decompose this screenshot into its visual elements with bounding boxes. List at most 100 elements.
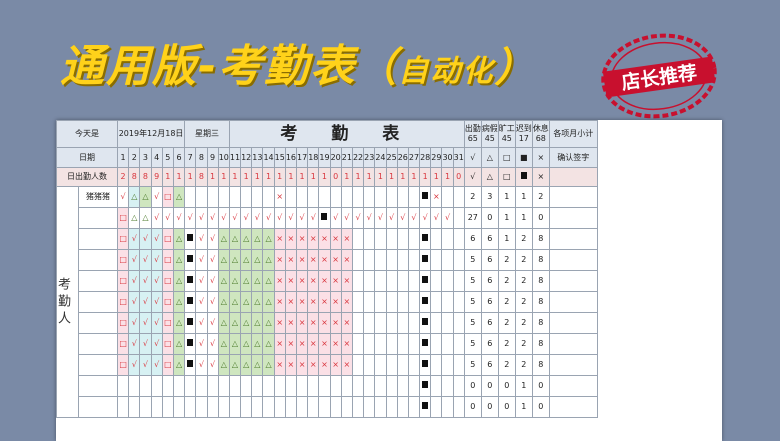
attendance-cell[interactable]: [363, 333, 376, 355]
attendance-cell[interactable]: [385, 228, 398, 250]
attendance-cell[interactable]: □: [161, 228, 174, 250]
attendance-cell[interactable]: [251, 396, 264, 418]
attendance-cell[interactable]: [329, 375, 342, 397]
attendance-cell[interactable]: [363, 186, 376, 208]
attendance-cell[interactable]: [419, 270, 432, 292]
attendance-cell[interactable]: √: [195, 291, 208, 313]
attendance-cell[interactable]: [273, 375, 286, 397]
attendance-cell[interactable]: [419, 291, 432, 313]
attendance-cell[interactable]: √: [139, 312, 152, 334]
attendance-cell[interactable]: △: [228, 333, 242, 355]
attendance-cell[interactable]: ×: [284, 291, 298, 313]
attendance-cell[interactable]: √: [139, 354, 152, 376]
attendance-cell[interactable]: ×: [284, 333, 298, 355]
signature-cell[interactable]: [548, 354, 598, 376]
employee-name[interactable]: [78, 270, 118, 292]
attendance-cell[interactable]: ×: [273, 186, 286, 208]
attendance-cell[interactable]: √: [228, 207, 242, 229]
attendance-cell[interactable]: √: [251, 207, 264, 229]
attendance-cell[interactable]: [419, 354, 432, 376]
attendance-cell[interactable]: ×: [318, 354, 331, 376]
attendance-cell[interactable]: [407, 396, 421, 418]
attendance-cell[interactable]: ×: [340, 270, 353, 292]
attendance-cell[interactable]: [128, 375, 141, 397]
attendance-cell[interactable]: √: [195, 228, 208, 250]
attendance-cell[interactable]: [240, 375, 253, 397]
attendance-cell[interactable]: √: [150, 186, 163, 208]
attendance-cell[interactable]: [407, 333, 421, 355]
attendance-cell[interactable]: [430, 291, 443, 313]
attendance-cell[interactable]: [262, 186, 275, 208]
attendance-cell[interactable]: [419, 228, 432, 250]
attendance-cell[interactable]: △: [262, 270, 275, 292]
attendance-cell[interactable]: √: [195, 333, 208, 355]
attendance-cell[interactable]: [295, 396, 309, 418]
attendance-cell[interactable]: [307, 375, 320, 397]
attendance-cell[interactable]: [184, 249, 197, 271]
attendance-cell[interactable]: √: [206, 207, 219, 229]
attendance-cell[interactable]: ×: [329, 354, 342, 376]
attendance-cell[interactable]: √: [206, 291, 219, 313]
attendance-cell[interactable]: △: [228, 249, 242, 271]
employee-name[interactable]: [78, 354, 118, 376]
attendance-cell[interactable]: [452, 375, 465, 397]
attendance-cell[interactable]: √: [150, 249, 163, 271]
attendance-cell[interactable]: □: [161, 312, 174, 334]
attendance-cell[interactable]: [407, 375, 421, 397]
attendance-cell[interactable]: △: [228, 228, 242, 250]
attendance-cell[interactable]: [385, 291, 398, 313]
attendance-cell[interactable]: □: [116, 228, 130, 250]
attendance-cell[interactable]: [396, 186, 409, 208]
attendance-cell[interactable]: [351, 291, 365, 313]
attendance-cell[interactable]: △: [240, 333, 253, 355]
attendance-cell[interactable]: [206, 186, 219, 208]
signature-cell[interactable]: [548, 207, 598, 229]
attendance-cell[interactable]: ×: [307, 249, 320, 271]
attendance-cell[interactable]: △: [240, 228, 253, 250]
attendance-cell[interactable]: △: [172, 312, 186, 334]
attendance-cell[interactable]: △: [217, 228, 230, 250]
attendance-cell[interactable]: ×: [284, 312, 298, 334]
attendance-cell[interactable]: √: [195, 354, 208, 376]
attendance-cell[interactable]: [396, 375, 409, 397]
attendance-cell[interactable]: △: [172, 354, 186, 376]
attendance-cell[interactable]: [351, 312, 365, 334]
attendance-cell[interactable]: [184, 228, 197, 250]
attendance-cell[interactable]: [116, 396, 130, 418]
signature-cell[interactable]: [548, 186, 598, 208]
attendance-cell[interactable]: √: [295, 207, 309, 229]
attendance-cell[interactable]: △: [251, 291, 264, 313]
attendance-cell[interactable]: [262, 375, 275, 397]
attendance-cell[interactable]: [329, 186, 342, 208]
attendance-cell[interactable]: △: [262, 333, 275, 355]
attendance-cell[interactable]: △: [262, 312, 275, 334]
attendance-cell[interactable]: [351, 375, 365, 397]
attendance-cell[interactable]: ×: [329, 291, 342, 313]
attendance-cell[interactable]: [452, 249, 465, 271]
attendance-cell[interactable]: [307, 396, 320, 418]
attendance-cell[interactable]: ×: [329, 312, 342, 334]
attendance-cell[interactable]: [385, 312, 398, 334]
signature-cell[interactable]: [548, 291, 598, 313]
attendance-cell[interactable]: □: [116, 312, 130, 334]
attendance-cell[interactable]: [161, 396, 174, 418]
attendance-cell[interactable]: □: [116, 207, 130, 229]
attendance-cell[interactable]: [452, 270, 465, 292]
employee-name[interactable]: [78, 249, 118, 271]
attendance-cell[interactable]: [273, 396, 286, 418]
attendance-cell[interactable]: [351, 186, 365, 208]
attendance-cell[interactable]: [206, 396, 219, 418]
attendance-cell[interactable]: [139, 396, 152, 418]
attendance-cell[interactable]: ×: [295, 354, 309, 376]
attendance-cell[interactable]: √: [195, 270, 208, 292]
attendance-cell[interactable]: [340, 186, 353, 208]
attendance-cell[interactable]: [441, 249, 454, 271]
attendance-cell[interactable]: △: [172, 333, 186, 355]
attendance-cell[interactable]: [407, 249, 421, 271]
attendance-cell[interactable]: [363, 396, 376, 418]
attendance-cell[interactable]: [374, 333, 387, 355]
attendance-cell[interactable]: □: [116, 333, 130, 355]
attendance-cell[interactable]: [374, 396, 387, 418]
employee-name[interactable]: [78, 396, 118, 418]
attendance-cell[interactable]: ×: [318, 228, 331, 250]
